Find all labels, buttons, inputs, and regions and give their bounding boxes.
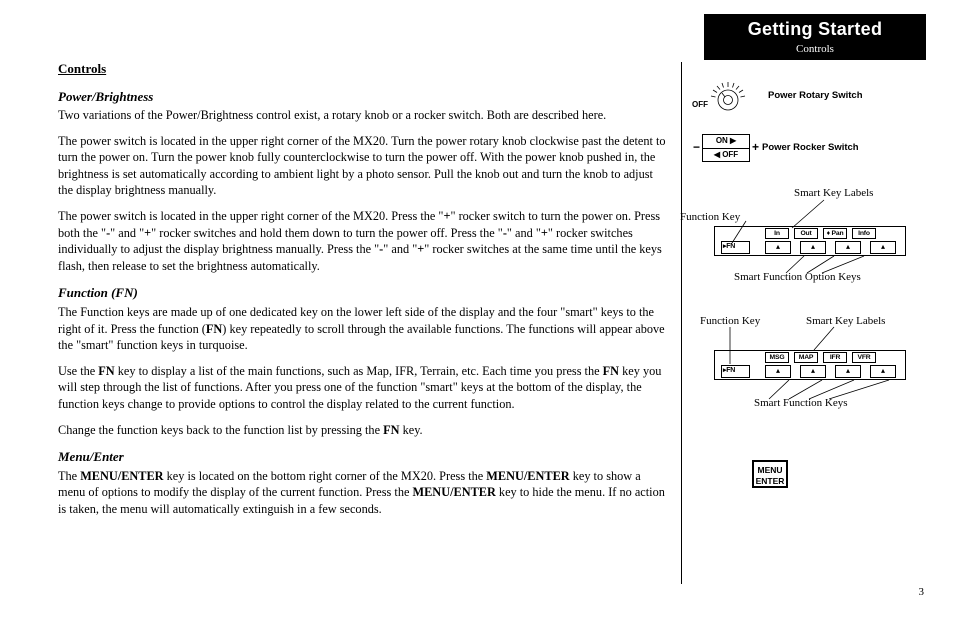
smart-label-in: In	[765, 228, 789, 239]
smart-key: ▴	[870, 365, 896, 378]
power-paragraph-2: The power switch is located in the upper…	[58, 133, 668, 199]
smart-fn-option-keys-callout: Smart Function Option Keys	[734, 270, 861, 285]
fn-bold: FN	[383, 423, 399, 437]
controls-heading: Controls	[58, 60, 668, 78]
text: " and "	[507, 226, 541, 240]
text: Change the function keys back to the fun…	[58, 423, 383, 437]
header-subtitle: Controls	[704, 42, 926, 57]
smart-label-vfr: VFR	[852, 352, 876, 363]
smart-key: ▴	[870, 241, 896, 254]
body-column: Controls Power/Brightness Two variations…	[58, 60, 668, 526]
fn-bold: FN	[98, 364, 114, 378]
text: The power switch is located in the upper…	[58, 209, 443, 223]
rocker-switch-label: Power Rocker Switch	[762, 142, 859, 155]
menu-enter-bold: MENU/ENTER	[486, 469, 569, 483]
menu-enter-figure: MENU ENTER	[752, 460, 934, 488]
plus-symbol: +	[541, 226, 548, 240]
side-column: OFF Power Rotary Switch − + ON ▶ ◀ OFF P…	[694, 72, 934, 488]
fn-diagram-1: Smart Key Labels Function Key In Out ♦ P…	[694, 188, 924, 308]
smart-label-map: MAP	[794, 352, 818, 363]
smart-label-out: Out	[794, 228, 818, 239]
rocker-on: ON ▶	[703, 135, 749, 149]
fn-key: ▸FN	[721, 241, 750, 254]
fn-bold: FN	[603, 364, 619, 378]
power-paragraph-1: Two variations of the Power/Brightness c…	[58, 107, 668, 124]
text: key to display a list of the main functi…	[115, 364, 603, 378]
rocker-switch-icon: − + ON ▶ ◀ OFF	[702, 134, 750, 162]
smart-label-info: Info	[852, 228, 876, 239]
smart-label-pan: ♦ Pan	[823, 228, 847, 239]
rotary-switch-figure: OFF Power Rotary Switch	[694, 72, 934, 120]
fn-panel-2: MSG MAP IFR VFR ▸FN ▴ ▴ ▴ ▴	[714, 350, 906, 380]
rocker-switch-figure: − + ON ▶ ◀ OFF Power Rocker Switch	[694, 134, 934, 162]
fn-key-2: ▸FN	[721, 365, 750, 378]
page-number: 3	[919, 585, 925, 600]
text: key is located on the bottom right corne…	[164, 469, 487, 483]
text: Use the	[58, 364, 98, 378]
smart-label-msg: MSG	[765, 352, 789, 363]
function-fn-heading: Function (FN)	[58, 284, 668, 302]
text: " rocker switches and hold them down to …	[151, 226, 503, 240]
fn-bold: FN	[206, 322, 222, 336]
menu-enter-bold: MENU/ENTER	[80, 469, 163, 483]
header-bar: Getting Started Controls	[704, 14, 926, 60]
text: key.	[400, 423, 423, 437]
fn-paragraph-1: The Function keys are made up of one ded…	[58, 304, 668, 354]
power-paragraph-3: The power switch is located in the upper…	[58, 208, 668, 274]
text: " and "	[383, 242, 417, 256]
smart-label-ifr: IFR	[823, 352, 847, 363]
menu-line1: MENU	[754, 465, 786, 476]
menu-line2: ENTER	[754, 476, 786, 487]
rocker-plus: +	[752, 141, 759, 153]
fn-panel-1: In Out ♦ Pan Info ▸FN ▴ ▴ ▴ ▴	[714, 226, 906, 256]
rotary-switch-label: Power Rotary Switch	[768, 90, 863, 103]
vertical-divider	[681, 62, 682, 584]
smart-key: ▴	[800, 365, 826, 378]
smart-key: ▴	[835, 365, 861, 378]
rocker-minus: −	[693, 141, 700, 153]
smart-key: ▴	[800, 241, 826, 254]
header-title: Getting Started	[704, 17, 926, 41]
page: Getting Started Controls Controls Power/…	[0, 0, 954, 618]
menu-enter-button-icon: MENU ENTER	[752, 460, 788, 488]
text: The	[58, 469, 80, 483]
smart-key: ▴	[765, 241, 791, 254]
text: " and "	[110, 226, 144, 240]
rotary-knob-icon: OFF	[694, 72, 756, 120]
menu-enter-heading: Menu/Enter	[58, 448, 668, 466]
smart-key: ▴	[835, 241, 861, 254]
menu-paragraph-1: The MENU/ENTER key is located on the bot…	[58, 468, 668, 518]
fn-diagram-2: Function Key Smart Key Labels MSG MAP IF…	[694, 314, 924, 434]
smart-fn-keys-callout: Smart Function Keys	[754, 396, 848, 411]
fn-paragraph-3: Change the function keys back to the fun…	[58, 422, 668, 439]
power-brightness-heading: Power/Brightness	[58, 88, 668, 106]
fn-paragraph-2: Use the FN key to display a list of the …	[58, 363, 668, 413]
rocker-off: ◀ OFF	[703, 149, 749, 162]
menu-enter-bold: MENU/ENTER	[413, 485, 496, 499]
smart-key: ▴	[765, 365, 791, 378]
rotary-off-label: OFF	[692, 100, 708, 111]
